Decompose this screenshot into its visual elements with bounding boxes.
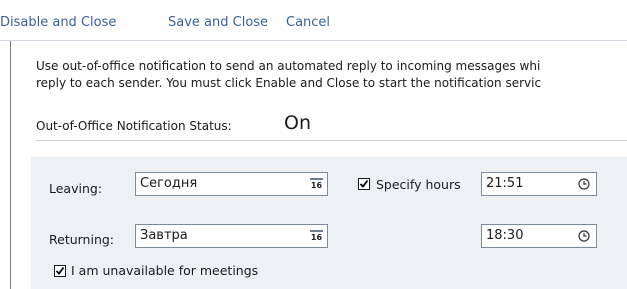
leaving-time-value: 21:51 (486, 176, 524, 191)
toolbar: Disable and Close Save and Close Cancel (0, 0, 627, 41)
status-divider (36, 140, 627, 141)
leaving-label: Leaving: (49, 181, 103, 196)
returning-date-value: Завтра (140, 228, 188, 243)
leaving-date-field[interactable]: Сегодня 16 (135, 172, 328, 196)
checkbox-checked-icon (359, 179, 369, 188)
returning-time-field[interactable]: 18:30 (481, 224, 597, 248)
returning-time-value: 18:30 (486, 228, 524, 243)
clock-icon[interactable] (578, 230, 590, 242)
returning-date-field[interactable]: Завтра 16 (135, 224, 328, 248)
status-label: Out-of-Office Notification Status: (36, 119, 232, 133)
returning-label: Returning: (49, 232, 115, 247)
status-value: On (284, 112, 311, 134)
description-text: Use out-of-office notification to send a… (36, 58, 627, 92)
status-row: Out-of-Office Notification Status: On (36, 110, 627, 138)
specify-hours-label: Specify hours (376, 177, 461, 192)
schedule-panel: Leaving: Сегодня 16 Specify hours 21:51 … (31, 157, 627, 289)
clock-icon[interactable] (578, 178, 590, 190)
description-line-1: Use out-of-office notification to send a… (36, 59, 541, 73)
disable-and-close-button[interactable]: Disable and Close (0, 15, 116, 30)
leaving-date-value: Сегодня (140, 176, 198, 191)
calendar-icon[interactable]: 16 (310, 230, 323, 243)
calendar-icon[interactable]: 16 (310, 178, 323, 191)
description-line-2: reply to each sender. You must click Ena… (36, 76, 542, 90)
leaving-time-field[interactable]: 21:51 (481, 172, 597, 196)
unavailable-label: I am unavailable for meetings (71, 263, 259, 278)
save-and-close-button[interactable]: Save and Close (168, 15, 268, 30)
unavailable-checkbox[interactable] (54, 265, 66, 277)
specify-hours-checkbox[interactable] (358, 178, 370, 190)
checkbox-checked-icon (55, 266, 65, 275)
cancel-button[interactable]: Cancel (286, 15, 330, 30)
